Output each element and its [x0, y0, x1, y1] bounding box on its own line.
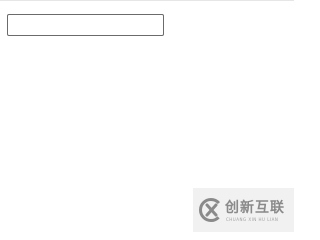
x-logo-icon [199, 198, 223, 222]
watermark: 创新互联 CHUANG XIN HU LIAN [193, 188, 294, 232]
text-input[interactable] [7, 14, 164, 36]
top-divider [0, 0, 294, 1]
watermark-brand-en: CHUANG XIN HU LIAN [226, 217, 279, 222]
watermark-brand-cn: 创新互联 [225, 200, 285, 216]
